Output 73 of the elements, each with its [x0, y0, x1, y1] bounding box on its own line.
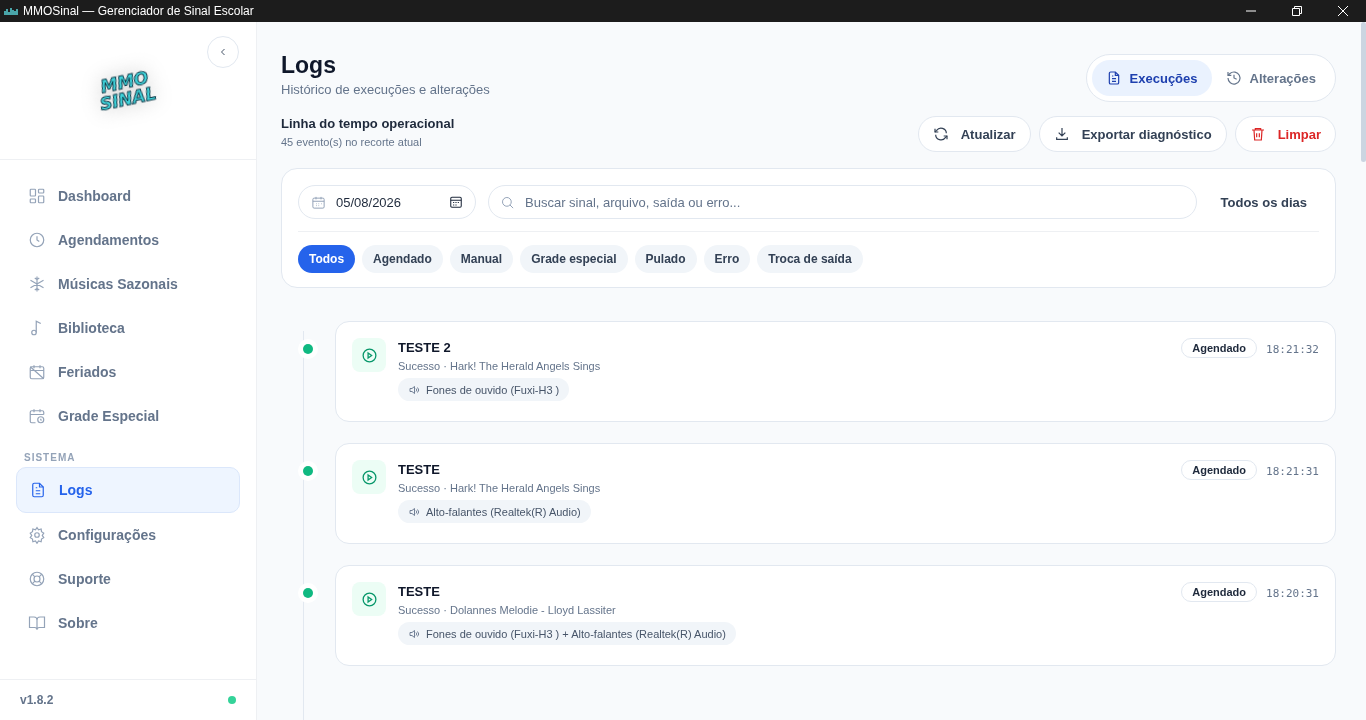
search-icon — [500, 195, 515, 210]
snowflake-icon — [28, 275, 46, 293]
calendar-icon — [311, 194, 326, 210]
section-label: SISTEMA — [24, 452, 77, 463]
filter-chip[interactable]: Pulado — [634, 245, 697, 273]
scrollbar[interactable] — [1361, 22, 1366, 162]
filter-chip[interactable]: Troca de saída — [757, 245, 863, 273]
download-icon — [1053, 126, 1070, 142]
event-detail: Sucesso · Hark! The Herald Angels Sings — [398, 482, 602, 494]
sidebar-item[interactable]: Configurações — [16, 513, 240, 557]
output-tag: Fones de ouvido (Fuxi-H3 ) + Alto-falantes (Realtek(R) Audio) — [398, 622, 736, 645]
event-time: 18:21:31 — [1266, 465, 1319, 478]
filter-chip[interactable]: Agendado — [362, 245, 443, 273]
sidebar-item[interactable]: Grade Especial — [16, 394, 240, 438]
calendar-icon[interactable] — [449, 195, 463, 209]
close-icon[interactable] — [1338, 6, 1348, 16]
history-icon — [1225, 70, 1242, 86]
page-subtitle: Histórico de execuções e alterações — [281, 82, 490, 97]
version-label: v1.8.2 — [20, 693, 54, 707]
speaker-icon — [408, 505, 420, 518]
play-icon — [352, 582, 386, 616]
filter-chip[interactable]: Grade especial — [520, 245, 628, 273]
filter-chip[interactable]: Manual — [449, 245, 514, 273]
all-days-button[interactable]: Todos os dias — [1208, 194, 1319, 210]
action-button[interactable]: Atualizar — [917, 116, 1031, 152]
section-title: Linha do tempo operacional — [281, 116, 455, 131]
restore-icon[interactable] — [1292, 6, 1302, 16]
page-title: Logs — [281, 54, 337, 76]
event-card[interactable]: TESTE 2 Sucesso · Hark! The Herald Angels Sings Fones de ouvido (Fuxi-H3 ) Agendado 18:21:32 — [335, 321, 1336, 422]
speaker-icon — [408, 627, 420, 640]
settings-icon — [28, 526, 46, 544]
event-count: 45 evento(s) no recorte atual — [281, 136, 423, 148]
logo: MMO SINAL — [96, 65, 159, 116]
sidebar-item[interactable]: Agendamentos — [16, 218, 240, 262]
filter-chip[interactable]: Erro — [703, 245, 751, 273]
sidebar-item[interactable]: Logs — [16, 467, 240, 513]
speaker-icon — [408, 383, 420, 396]
event-time: 18:20:31 — [1266, 587, 1319, 600]
event-title: TESTE — [398, 462, 441, 477]
grid-icon — [28, 187, 46, 205]
action-button[interactable]: Exportar diagnóstico — [1038, 116, 1227, 152]
calendar-icon — [28, 363, 46, 381]
document-icon — [29, 481, 47, 499]
search-field[interactable]: Buscar sinal, arquivo, saída ou erro... — [488, 185, 1197, 219]
output-tag: Fones de ouvido (Fuxi-H3 ) — [398, 378, 570, 401]
filter-chip[interactable]: Todos — [298, 245, 356, 273]
trash-icon — [1249, 126, 1266, 142]
window-title: MMOSinal — Gerenciador de Sinal Escolar — [23, 4, 254, 18]
event-time: 18:21:32 — [1266, 343, 1319, 356]
tab[interactable]: Execuções — [1091, 60, 1212, 96]
event-card[interactable]: TESTE Sucesso · Dolannes Melodie - Lloyd Lassiter Fones de ouvido (Fuxi-H3 ) + Alto-falantes (Realtek(R) Audio) Agendado 18:20:31 — [335, 565, 1336, 666]
play-icon — [352, 338, 386, 372]
tab[interactable]: Alterações — [1211, 60, 1330, 96]
clear-button[interactable]: Limpar — [1234, 116, 1336, 152]
refresh-icon — [932, 126, 949, 142]
sidebar-item[interactable]: Feriados — [16, 350, 240, 394]
book-icon — [28, 614, 46, 632]
sidebar-item[interactable]: Dashboard — [16, 174, 240, 218]
clock-icon — [28, 231, 46, 249]
sidebar-item[interactable]: Sobre — [16, 601, 240, 645]
calendar-clock-icon — [28, 407, 46, 425]
event-card[interactable]: TESTE Sucesso · Hark! The Herald Angels Sings Alto-falantes (Realtek(R) Audio) Agendado 18:21:31 — [335, 443, 1336, 544]
output-tag: Alto-falantes (Realtek(R) Audio) — [398, 500, 591, 523]
sidebar-item[interactable]: Biblioteca — [16, 306, 240, 350]
event-detail: Sucesso · Hark! The Herald Angels Sings — [398, 360, 602, 372]
play-icon — [352, 460, 386, 494]
event-detail: Sucesso · Dolannes Melodie - Lloyd Lassiter — [398, 604, 617, 616]
event-title: TESTE — [398, 584, 441, 599]
lifebuoy-icon — [28, 570, 46, 588]
sidebar-item[interactable]: Músicas Sazonais — [16, 262, 240, 306]
app-icon — [4, 6, 18, 16]
sidebar-item[interactable]: Suporte — [16, 557, 240, 601]
event-title: TESTE 2 — [398, 340, 452, 355]
